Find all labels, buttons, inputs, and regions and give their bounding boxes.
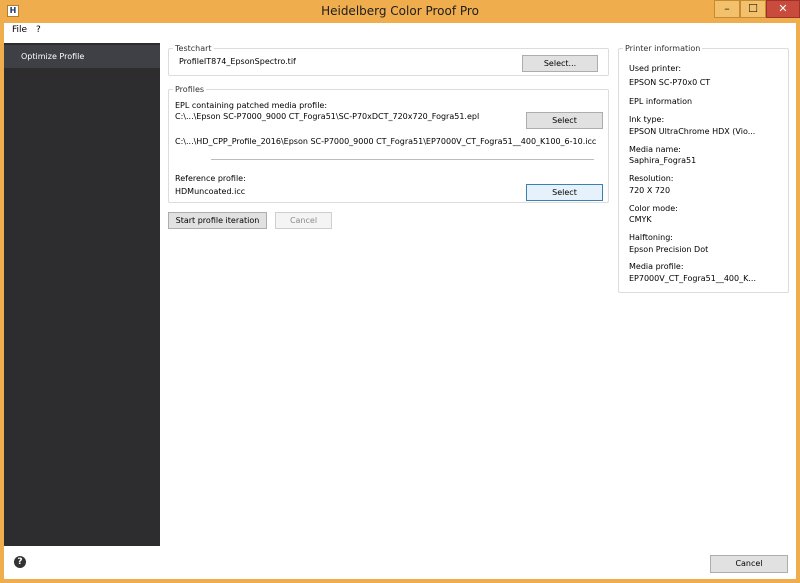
client-area: File ? Optimize Profile ? Testchart Prof… (4, 23, 796, 579)
testchart-group: Testchart ProfileIT874_EpsonSpectro.tif … (168, 44, 609, 76)
close-button[interactable]: ✕ (766, 0, 800, 18)
start-profile-iteration-button[interactable]: Start profile iteration (168, 212, 267, 229)
app-logo-icon: H (7, 5, 19, 17)
minimize-button[interactable]: – (714, 0, 740, 18)
testchart-legend: Testchart (173, 44, 214, 53)
used-printer-value: EPSON SC-P70x0 CT (629, 78, 711, 87)
profiles-divider (211, 159, 594, 160)
sidebar-item-optimize-profile[interactable]: Optimize Profile (4, 45, 160, 68)
testchart-select-button[interactable]: Select... (522, 55, 598, 72)
profiles-legend: Profiles (173, 85, 207, 94)
epl-label: EPL containing patched media profile: (175, 101, 328, 110)
reference-profile-value: HDMuncoated.icc (175, 187, 246, 196)
cancel-iteration-button[interactable]: Cancel (275, 212, 332, 229)
window-title: Heidelberg Color Proof Pro (321, 4, 479, 18)
select-reference-button[interactable]: Select (526, 184, 603, 201)
maximize-button[interactable]: ☐ (740, 0, 766, 18)
used-printer-label: Used printer: (629, 64, 682, 73)
media-profile-value: EP7000V_CT_Fogra51__400_K... (629, 274, 756, 283)
printer-info-legend: Printer information (623, 44, 703, 53)
help-icon[interactable]: ? (14, 556, 26, 568)
media-profile-label: Media profile: (629, 262, 684, 271)
menu-help[interactable]: ? (36, 25, 41, 35)
resolution-label: Resolution: (629, 174, 674, 183)
media-name-label: Media name: (629, 145, 681, 154)
halftoning-label: Halftoning: (629, 233, 673, 242)
color-mode-value: CMYK (629, 215, 652, 224)
epl-path: C:\...\Epson SC-P7000_9000 CT_Fogra51\SC… (175, 112, 480, 121)
media-name-value: Saphira_Fogra51 (629, 156, 697, 165)
app-window: Heidelberg Color Proof Pro H – ☐ ✕ File … (0, 0, 800, 583)
color-mode-label: Color mode: (629, 204, 678, 213)
reference-profile-label: Reference profile: (175, 174, 246, 183)
epl-information-label: EPL information (629, 97, 693, 106)
resolution-value: 720 X 720 (629, 186, 671, 195)
profiles-group: Profiles EPL containing patched media pr… (168, 85, 609, 203)
ink-type-value: EPSON UltraChrome HDX (Vio... (629, 127, 756, 136)
sidebar: Optimize Profile (4, 43, 160, 546)
icc-path: C:\...\HD_CPP_Profile_2016\Epson SC-P700… (175, 137, 597, 146)
testchart-file: ProfileIT874_EpsonSpectro.tif (179, 57, 296, 66)
footer-cancel-button[interactable]: Cancel (710, 555, 788, 573)
printer-info-group: Printer information Used printer: EPSON … (618, 44, 789, 293)
menu-file[interactable]: File (12, 25, 27, 35)
title-bar[interactable]: Heidelberg Color Proof Pro H – ☐ ✕ (0, 0, 800, 23)
menu-bar: File ? (4, 23, 796, 40)
halftoning-value: Epson Precision Dot (629, 245, 709, 254)
ink-type-label: Ink type: (629, 115, 665, 124)
select-epl-button[interactable]: Select (526, 112, 603, 129)
